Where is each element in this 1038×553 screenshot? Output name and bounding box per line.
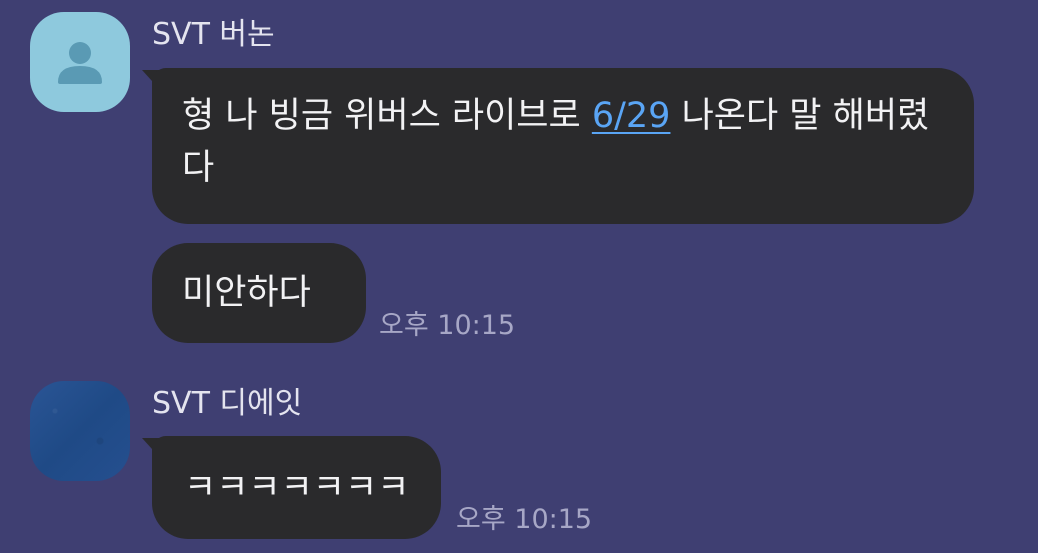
date-link[interactable]: 6/29 <box>592 96 671 136</box>
message-bubble[interactable]: 미안하다 <box>152 243 366 343</box>
message-text-before: 형 나 빙금 위버스 라이브로 <box>182 96 592 136</box>
chat-thread: SVT 버논 형 나 빙금 위버스 라이브로 6/29 나온다 말 해버렸다 미… <box>0 0 1038 553</box>
message-timestamp: 오후 10:15 <box>379 310 516 341</box>
sender-name: SVT 버논 <box>152 17 275 52</box>
default-person-icon <box>58 42 102 84</box>
message-bubble[interactable]: 형 나 빙금 위버스 라이브로 6/29 나온다 말 해버렸다 <box>152 68 974 224</box>
message-bubble[interactable]: ㅋㅋㅋㅋㅋㅋㅋ <box>152 436 441 539</box>
avatar-svt-vernon[interactable] <box>30 12 130 112</box>
sender-name: SVT 디에잇 <box>152 386 303 421</box>
avatar-svt-the8[interactable] <box>30 381 130 481</box>
message-text: 형 나 빙금 위버스 라이브로 6/29 나온다 말 해버렸다 <box>182 96 929 188</box>
message-text: ㅋㅋㅋㅋㅋㅋㅋ <box>184 468 410 508</box>
message-text: 미안하다 <box>182 273 311 313</box>
message-timestamp: 오후 10:15 <box>456 504 593 535</box>
